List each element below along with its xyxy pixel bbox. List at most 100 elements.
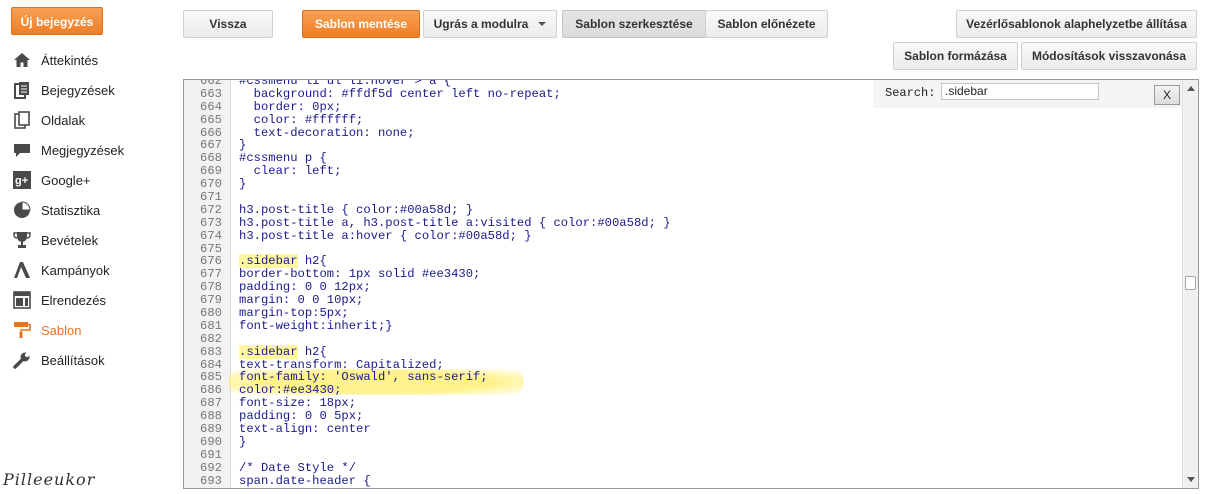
code-content: } — [239, 434, 247, 449]
code-content: h2{ — [297, 254, 327, 269]
sidebar-item-label: Sablon — [41, 322, 82, 338]
code-content: margin-top:5px; — [239, 306, 349, 321]
sidebar-item-comments[interactable]: Megjegyzések — [0, 135, 175, 165]
code-content: #cssmenu p { — [239, 151, 327, 166]
code-line: 693 span.date-header { — [184, 473, 1198, 488]
line-number: 671 — [200, 190, 222, 205]
sidebar-item-label: Google+ — [41, 172, 91, 188]
template-roller-icon — [12, 320, 32, 340]
reset-widget-templates-button[interactable]: Vezérlősablonok alaphelyzetbe állítása — [956, 10, 1197, 38]
revert-changes-button[interactable]: Módosítások visszavonása — [1021, 42, 1197, 70]
code-content: padding: 0 0 5px; — [239, 409, 364, 424]
vertical-scrollbar[interactable] — [1182, 80, 1198, 488]
jump-to-widget-label: Ugrás a modulra — [433, 17, 529, 31]
code-line: 666 text-decoration: none; — [184, 125, 1198, 140]
sidebar-item-label: Statisztika — [41, 202, 101, 218]
comment-icon — [12, 140, 32, 160]
tab-edit-template[interactable]: Sablon szerkesztése — [562, 10, 706, 38]
close-search-button[interactable]: X — [1154, 85, 1180, 105]
sidebar-item-overview[interactable]: Áttekintés — [0, 45, 175, 75]
sidebar-item-campaigns[interactable]: Kampányok — [0, 255, 175, 285]
code-text: h3.post-title a:hover { color:#00a58d; } — [239, 228, 532, 243]
scrollbar-thumb[interactable] — [1185, 276, 1196, 290]
code-text: } — [239, 178, 246, 191]
chevron-down-icon — [538, 22, 547, 26]
pages-icon — [12, 110, 32, 130]
code-content: h3.post-title { color:#00a58d; } — [239, 202, 474, 217]
code-line: 669 clear: left; — [184, 165, 1198, 178]
code-line: 689 text-align: center — [184, 423, 1198, 436]
code-editor[interactable]: 662 #cssmenu li ul li:hover > a {663 back… — [183, 79, 1199, 489]
code-content: span.date-header { — [239, 473, 371, 488]
line-number: 673 — [200, 215, 222, 230]
search-label: Search: — [885, 86, 936, 100]
code-content: font-size: 18px; — [239, 396, 357, 411]
code-line: 682 — [184, 331, 1198, 346]
code-content: background: #ffdf5d center left no-repea… — [239, 86, 561, 101]
sidebar-item-label: Áttekintés — [41, 52, 99, 68]
sidebar-item-stats[interactable]: Statisztika — [0, 195, 175, 225]
save-template-button[interactable]: Sablon mentése — [302, 10, 420, 38]
code-content: } — [239, 177, 247, 192]
sidebar-item-settings[interactable]: Beállítások — [0, 345, 175, 375]
scroll-up-icon[interactable] — [1187, 86, 1195, 91]
sidebar-item-template[interactable]: Sablon — [0, 315, 175, 345]
sidebar-item-layout[interactable]: Elrendezés — [0, 285, 175, 315]
googleplus-icon: g+ — [12, 170, 32, 190]
search-match: .sidebar — [239, 254, 298, 269]
line-number: 680 — [200, 306, 222, 321]
line-number: 692 — [200, 460, 222, 475]
new-post-button[interactable]: Új bejegyzés — [11, 7, 103, 35]
code-content: h3.post-title a:hover { color:#00a58d; } — [239, 228, 532, 243]
code-line: 675 — [184, 242, 1198, 256]
code-text: text-align: center — [239, 423, 371, 436]
campaign-icon — [12, 260, 32, 280]
code-content: border: 0px; — [239, 99, 342, 114]
code-content: text-transform: Capitalized; — [239, 357, 444, 372]
line-number: 683 — [200, 344, 222, 359]
code-lines: 662 #cssmenu li ul li:hover > a {663 back… — [184, 80, 1198, 488]
code-content: font-weight:inherit;} — [239, 318, 393, 333]
code-line: 674 h3.post-title a:hover { color:#00a58d… — [184, 228, 1198, 243]
sidebar-item-label: Kampányok — [41, 262, 110, 278]
stats-pie-icon — [12, 200, 32, 220]
code-content: color:#ee3430; — [239, 383, 342, 398]
code-content: h2{ — [297, 344, 327, 359]
sidebar-item-label: Bejegyzések — [41, 82, 115, 98]
sidebar-item-googleplus[interactable]: g+ Google+ — [0, 165, 175, 195]
line-number: 681 — [200, 318, 222, 333]
tab-preview-template[interactable]: Sablon előnézete — [705, 10, 828, 38]
line-number: 682 — [200, 331, 222, 346]
sidebar-item-posts[interactable]: Bejegyzések — [0, 75, 175, 105]
scroll-down-icon[interactable] — [1187, 477, 1195, 482]
code-line: 681 font-weight:inherit;} — [184, 318, 1198, 333]
code-line: 667} — [184, 139, 1198, 152]
code-content: margin: 0 0 10px; — [239, 293, 364, 308]
layout-icon — [12, 290, 32, 310]
format-template-button[interactable]: Sablon formázása — [893, 42, 1018, 70]
line-number: 693 — [200, 473, 222, 488]
code-content: text-decoration: none; — [239, 125, 415, 140]
sidebar-nav: Áttekintés Bejegyzések Oldalak Megjegyzé… — [0, 45, 175, 375]
code-content: /* Date Style */ — [239, 460, 357, 475]
trophy-icon — [12, 230, 32, 250]
code-text: span.date-header { — [239, 473, 371, 488]
code-content: h3.post-title a, h3.post-title a:visited… — [239, 215, 671, 230]
code-text: text-decoration: none; — [239, 125, 415, 140]
svg-text:g+: g+ — [15, 175, 28, 187]
line-number: 664 — [200, 99, 222, 114]
code-content: } — [239, 138, 247, 153]
search-input[interactable]: .sidebar — [941, 83, 1099, 100]
code-content: color: #ffffff; — [239, 112, 364, 127]
sidebar-item-label: Bevételek — [41, 232, 99, 248]
posts-icon — [12, 80, 32, 100]
home-icon — [12, 50, 32, 70]
code-content: clear: left; — [239, 164, 342, 179]
sidebar-item-pages[interactable]: Oldalak — [0, 105, 175, 135]
back-button[interactable]: Vissza — [183, 10, 273, 38]
code-content: text-align: center — [239, 422, 371, 437]
jump-to-widget-dropdown[interactable]: Ugrás a modulra — [423, 10, 557, 38]
line-number: 672 — [200, 202, 222, 217]
sidebar-item-earnings[interactable]: Bevételek — [0, 225, 175, 255]
sidebar-item-label: Beállítások — [41, 352, 105, 368]
